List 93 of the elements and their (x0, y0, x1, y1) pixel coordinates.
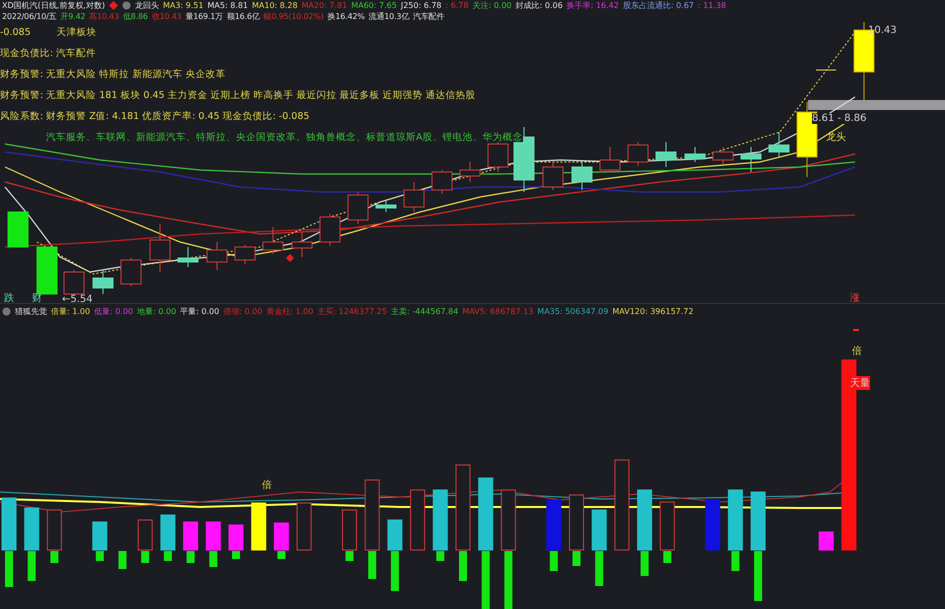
indicator-value: 封成比: 0.06 (516, 0, 563, 11)
double-volume-label: 倍 (852, 344, 862, 358)
candlestick (628, 142, 648, 166)
overlay-text: 财务预警: 无重大风险 特斯拉 新能源汽车 央企改革 (0, 68, 226, 79)
double-volume-label: 倍 (262, 478, 272, 492)
settings-icon[interactable] (2, 306, 11, 316)
quote-value: 收10.43 (152, 11, 182, 22)
indicator-value: 倍缩: 0.00 (223, 306, 262, 317)
volume-bar (818, 532, 834, 551)
overlay-text: 现金负债比: 汽车配件 (0, 47, 98, 58)
indicator-value: 低量: 0.00 (94, 306, 134, 317)
quote-value: 高10.43 (89, 11, 119, 22)
concept-list: 汽车服务、车联网、新能源汽车、特斯拉、央企国资改革、独角兽概念、标普道琼斯A股、锂电池、华为概念 (46, 131, 522, 142)
indicator-value: 换手率: 16.42 (566, 0, 619, 11)
indicator-value: : 11.38 (698, 1, 726, 10)
quote-value: 换16.42% (328, 11, 365, 22)
indicator-value: MA3: 9.51 (162, 1, 204, 10)
indicator-value: MA20: 7.81 (302, 1, 348, 10)
candlestick (92, 270, 114, 294)
volume-bar (705, 500, 720, 551)
candlestick (656, 142, 676, 168)
quote-value: 流通10.3亿 (368, 11, 410, 22)
candlestick (262, 226, 284, 254)
candlestick (460, 162, 480, 182)
candlestick (8, 212, 28, 248)
low-price-label: ←5.54 (62, 294, 93, 305)
high-price-label: 10.43 (868, 25, 897, 36)
candlestick (178, 246, 198, 268)
candlestick (488, 142, 508, 172)
quote-value: 汽车配件 (413, 11, 444, 22)
rise-label: 涨 (850, 292, 860, 305)
indicator-value: MAV120: 396157.72 (612, 306, 694, 316)
candlestick (600, 146, 620, 172)
candlestick (740, 146, 762, 172)
indicator-value: 黄金柱: 1.00 (266, 306, 314, 317)
indicator-name[interactable]: 龙回头 (134, 0, 159, 11)
quote-value: 幅0.95(10.02%) (264, 11, 324, 22)
candlestick (150, 224, 170, 272)
volume-bar (296, 502, 312, 551)
indicator-value: MAV5: 686787.13 (462, 306, 534, 316)
candlestick (432, 170, 452, 194)
indicator-value: 主卖: -444567.84 (390, 306, 458, 317)
tick-marker (853, 329, 859, 332)
candlestick (206, 242, 228, 270)
indicator-value: 股东占流通比: 0.67 (622, 0, 694, 11)
sector-label: 天津板块 (56, 27, 97, 38)
quote-value: 额16.6亿 (226, 11, 260, 22)
candlestick (768, 132, 790, 158)
overlay-text: 风险系数: 财务预警 Z值: 4.181 优质资产率: 0.45 现金负债比: -0.085 (0, 110, 310, 121)
candlestick (572, 162, 592, 190)
indicator-value: MA10: 8.28 (252, 1, 298, 10)
chart-title: XD国机汽(日线,前复权,对数) (2, 0, 105, 11)
diamond-icon (108, 1, 118, 10)
volume-bar (118, 551, 126, 570)
indicator-value: 平量: 0.00 (180, 306, 220, 317)
volume-bar (410, 490, 426, 551)
candlestick (234, 244, 256, 264)
quote-value: 2022/06/10/五 (2, 11, 56, 22)
finance-label: 财 (32, 292, 42, 305)
indicator-value: MA60: 7.65 (351, 1, 397, 10)
indicator-value: : 6.78 (446, 1, 469, 10)
indicator-name[interactable]: 猎狐先觉 (15, 306, 47, 317)
diamond-marker (286, 254, 294, 262)
candlestick (542, 162, 564, 190)
leader-label: 龙头 (826, 130, 846, 144)
overlay-value: -0.085 (0, 27, 31, 38)
volume-bar (251, 502, 266, 551)
indicator-value: MA5: 8.81 (207, 1, 248, 10)
candlestick (404, 182, 424, 212)
candlestick (320, 214, 340, 246)
huge-volume-label: 天量 (850, 376, 870, 390)
indicator-value: 倍量: 1.00 (51, 306, 90, 317)
quote-value: 量169.1万 (185, 11, 223, 22)
settings-icon[interactable] (122, 1, 131, 10)
indicator-value: J250: 6.78 (400, 1, 442, 10)
fall-label: 跌 (4, 292, 14, 305)
candlestick (36, 246, 58, 294)
overlay-text: 财务预警: 无重大风险 181 板块 0.45 主力资金 近期上榜 昨高换手 最近闪拉 最近多板 近期强势 通达信热股 (0, 89, 477, 100)
candlestick (64, 270, 84, 296)
candlestick (712, 146, 734, 164)
candlestick (348, 192, 368, 224)
candlestick (292, 232, 312, 258)
indicator-value: 地量: 0.00 (137, 306, 176, 317)
candlestick (376, 200, 396, 212)
candlestick (514, 126, 534, 192)
candlestick (120, 258, 142, 286)
indicator-value: 主买: 1246377.25 (317, 306, 387, 317)
quote-value: 开9.42 (60, 11, 86, 22)
candlestick (684, 146, 706, 162)
price-range-label: 8.61 - 8.86 (812, 113, 866, 124)
indicator-value: MA35: 506347.09 (537, 306, 608, 316)
indicator-value: 关注: 0.00 (472, 0, 512, 11)
quote-value: 低8.86 (122, 11, 148, 22)
